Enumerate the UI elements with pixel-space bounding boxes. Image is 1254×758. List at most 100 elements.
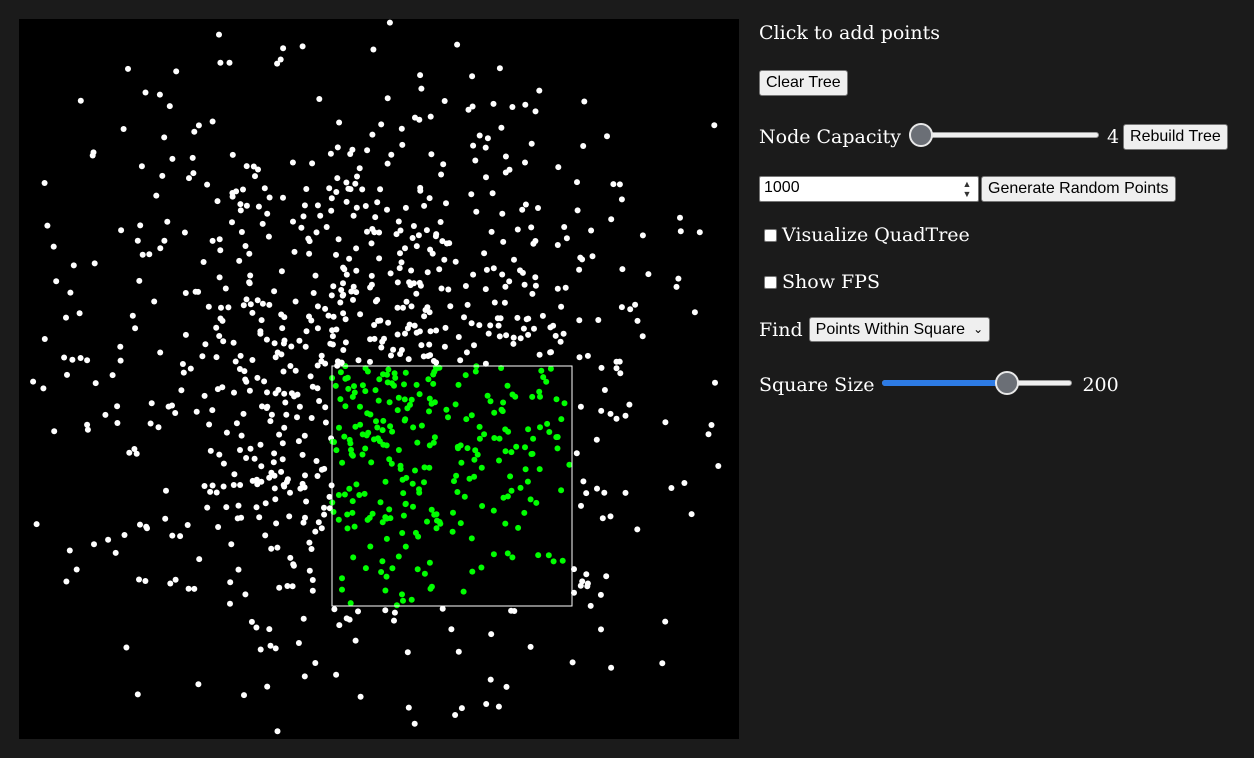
point	[506, 278, 513, 285]
highlighted-point	[454, 489, 461, 495]
point	[514, 226, 521, 233]
point	[325, 312, 332, 319]
point	[209, 482, 216, 489]
point	[227, 579, 234, 586]
point	[715, 463, 722, 469]
show-fps-label: Show FPS	[782, 271, 880, 293]
highlighted-point	[362, 565, 369, 572]
highlighted-point	[401, 381, 407, 388]
point	[190, 170, 197, 177]
point	[495, 322, 502, 329]
point	[67, 289, 74, 296]
highlighted-point	[386, 506, 393, 513]
point	[301, 202, 308, 209]
quadtree-canvas[interactable]	[19, 19, 739, 739]
point	[231, 389, 237, 396]
highlighted-point	[356, 492, 363, 498]
highlighted-point	[547, 365, 554, 372]
point	[368, 281, 375, 288]
point	[256, 514, 263, 521]
point	[355, 608, 361, 615]
point	[296, 403, 303, 410]
point	[470, 142, 477, 149]
highlighted-point	[402, 543, 409, 550]
generate-random-points-button[interactable]: Generate Random Points	[981, 176, 1176, 202]
point	[169, 402, 175, 409]
highlighted-point	[537, 424, 543, 431]
slider-track	[908, 132, 1099, 138]
highlighted-point	[344, 511, 351, 518]
highlighted-point	[410, 503, 416, 510]
point	[394, 279, 401, 286]
point	[418, 342, 425, 349]
point	[688, 511, 695, 518]
point	[514, 314, 521, 321]
highlighted-point	[400, 490, 407, 497]
point	[607, 513, 614, 520]
highlighted-point	[479, 503, 486, 509]
point	[257, 646, 264, 653]
point	[272, 496, 279, 503]
point	[204, 181, 211, 188]
highlighted-point	[460, 588, 467, 595]
point	[603, 573, 610, 580]
highlighted-point	[388, 460, 395, 467]
point	[253, 624, 260, 631]
highlighted-point	[412, 467, 418, 474]
point	[395, 218, 402, 225]
point	[202, 341, 209, 348]
point-count-input[interactable]: 1000 ▲ ▼	[759, 176, 979, 202]
highlighted-point	[553, 434, 560, 441]
highlighted-point	[431, 399, 438, 406]
highlighted-point	[535, 552, 542, 559]
point	[129, 312, 136, 319]
highlighted-point	[464, 445, 471, 452]
point	[306, 539, 313, 546]
rebuild-tree-button[interactable]: Rebuild Tree	[1123, 124, 1228, 150]
point	[300, 615, 307, 622]
point	[267, 418, 274, 425]
highlighted-point	[524, 478, 531, 485]
point	[396, 265, 403, 272]
find-mode-select[interactable]: Points Within Square ⌄	[808, 317, 991, 342]
slider-thumb[interactable]	[994, 371, 1019, 395]
points-plot[interactable]	[19, 19, 739, 739]
visualize-quadtree-checkbox[interactable]	[764, 228, 777, 242]
point	[410, 223, 417, 229]
point	[278, 311, 285, 318]
point	[462, 283, 469, 289]
point	[279, 440, 286, 447]
point	[276, 584, 283, 591]
show-fps-checkbox[interactable]	[764, 275, 777, 289]
point	[280, 482, 287, 488]
slider-thumb[interactable]	[908, 123, 933, 147]
highlighted-point	[414, 439, 421, 446]
highlighted-point	[379, 519, 386, 526]
highlighted-point	[469, 568, 476, 575]
point	[681, 480, 688, 486]
point	[333, 251, 339, 258]
point	[280, 194, 286, 201]
point	[599, 515, 606, 522]
point	[340, 280, 346, 287]
point	[272, 645, 279, 652]
point	[167, 580, 174, 587]
point	[446, 240, 453, 247]
clear-tree-button[interactable]: Clear Tree	[759, 70, 848, 96]
point	[476, 322, 483, 329]
spinner-icon[interactable]: ▲ ▼	[959, 179, 975, 199]
point	[274, 544, 281, 551]
point	[417, 72, 424, 79]
point	[601, 489, 608, 496]
highlighted-point	[368, 459, 375, 466]
point	[288, 390, 295, 397]
point	[482, 144, 489, 151]
point	[364, 147, 371, 154]
point	[457, 357, 464, 364]
square-size-slider[interactable]	[882, 371, 1073, 397]
point	[292, 367, 299, 374]
point	[322, 419, 329, 426]
highlighted-point	[364, 410, 371, 417]
node-capacity-slider[interactable]	[908, 123, 1099, 149]
highlighted-point	[385, 366, 392, 373]
